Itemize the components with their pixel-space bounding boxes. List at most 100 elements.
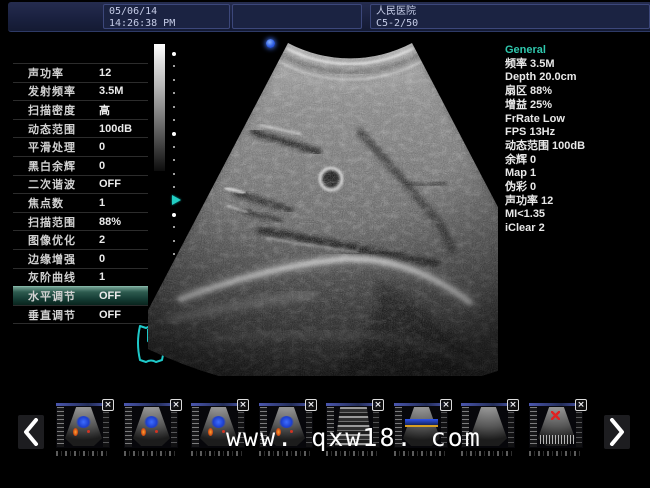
param-label: 动态范围 [28, 121, 76, 137]
param-label: 平滑处理 [28, 139, 76, 155]
hospital-box: 人民医院 C5-2/50 [370, 4, 650, 29]
param-value: 2 [99, 234, 105, 246]
date-text: 05/06/14 [109, 6, 224, 17]
info-line-pseudocolor: 伪彩 0 [505, 181, 645, 195]
filmstrip-prev-button[interactable] [18, 415, 44, 449]
info-line-sector: 扇区 88% [505, 85, 645, 99]
thumbnail-left-scale [530, 407, 537, 447]
datetime-box: 05/06/14 14:26:38 PM [103, 4, 230, 29]
thumbnail-left-scale [125, 407, 132, 447]
chevron-left-icon [23, 418, 39, 446]
info-line-dynamic-range: 动态范围 100dB [505, 140, 645, 154]
thumbnail-caption [529, 451, 583, 456]
thumbnail-right-scale [103, 407, 109, 447]
thumbnail-8[interactable]: × [529, 403, 583, 448]
param-row-gray-curve[interactable]: 灰阶曲线 1 [13, 268, 148, 287]
param-row-tx-frequency[interactable]: 发射频率 3.5M [13, 82, 148, 101]
param-label: 垂直调节 [28, 307, 76, 323]
param-label: 灰阶曲线 [28, 269, 76, 285]
param-row-vertical-adjust[interactable]: 垂直调节 OFF [13, 305, 148, 325]
info-line-persistence: 余辉 0 [505, 154, 645, 168]
thumbnail-close-icon[interactable]: × [305, 399, 317, 411]
thumbnail-right-scale [576, 407, 582, 447]
thumbnail-2[interactable]: × [124, 403, 178, 448]
info-line-acoustic-power: 声功率 12 [505, 195, 645, 209]
param-row-edge-enhance[interactable]: 边缘增强 0 [13, 249, 148, 268]
thumbnail-scan [65, 407, 102, 446]
thumbnail-close-icon[interactable]: × [575, 399, 587, 411]
patient-info-box [232, 4, 362, 29]
watermark-text: www. qxw18. com [226, 423, 482, 452]
param-row-harmonic[interactable]: 二次谐波 OFF [13, 175, 148, 194]
info-line-frequency: 频率 3.5M [505, 58, 645, 72]
param-label: 二次谐波 [28, 176, 76, 192]
param-row-smoothing[interactable]: 平滑处理 0 [13, 137, 148, 156]
thumbnail-left-scale [57, 407, 64, 447]
time-text: 14:26:38 PM [109, 18, 224, 29]
param-row-acoustic-power[interactable]: 声功率 12 [13, 63, 148, 82]
param-row-dynamic-range[interactable]: 动态范围 100dB [13, 119, 148, 138]
param-label: 图像优化 [28, 232, 76, 248]
param-label: 水平调节 [28, 288, 76, 304]
thumbnail-1[interactable]: × [56, 403, 110, 448]
thumbnail-scan [133, 407, 170, 446]
param-label: 黑白余辉 [28, 158, 76, 174]
thumbnail-left-scale [192, 407, 199, 447]
param-label: 边缘增强 [28, 251, 76, 267]
info-line-gain: 增益 25% [505, 99, 645, 113]
param-row-focus-number[interactable]: 焦点数 1 [13, 193, 148, 212]
param-value: 100dB [99, 123, 132, 135]
thumbnail-right-scale [508, 407, 514, 447]
thumbnail-close-icon[interactable]: × [102, 399, 114, 411]
sector-scan-graphic [148, 40, 498, 376]
param-value: OFF [99, 290, 121, 302]
param-value: 1 [99, 271, 105, 283]
param-label: 焦点数 [28, 195, 64, 211]
param-value: 88% [99, 216, 121, 228]
param-row-scan-range[interactable]: 扫描范围 88% [13, 212, 148, 231]
param-value: 0 [99, 160, 105, 172]
thumbnail-close-icon[interactable]: × [170, 399, 182, 411]
info-line-depth: Depth 20.0cm [505, 71, 645, 85]
param-label: 发射频率 [28, 83, 76, 99]
info-line-fps: FPS 13Hz [505, 126, 645, 140]
param-value: 0 [99, 141, 105, 153]
thumbnail-right-scale [171, 407, 177, 447]
param-row-image-optimize[interactable]: 图像优化 2 [13, 230, 148, 249]
param-value: 1 [99, 197, 105, 209]
param-label: 声功率 [28, 65, 64, 81]
thumbnail-close-icon[interactable]: × [440, 399, 452, 411]
thumbnail-close-icon[interactable]: × [372, 399, 384, 411]
parameter-sidebar: 声功率12 发射频率3.5M 扫描密度高 动态范围100dB 平滑处理0 黑白余… [13, 63, 148, 324]
thumbnail-caption [56, 451, 110, 456]
param-value: 3.5M [99, 85, 123, 97]
top-bar: 05/06/14 14:26:38 PM 人民医院 C5-2/50 [8, 2, 650, 32]
probe-model: C5-2/50 [376, 18, 644, 29]
param-row-bw-persistence[interactable]: 黑白余辉 0 [13, 156, 148, 175]
param-value: 12 [99, 67, 111, 79]
hospital-name: 人民医院 [376, 6, 644, 17]
ultrasound-image [148, 40, 498, 376]
param-value: OFF [99, 178, 121, 190]
info-line-frrate: FrRate Low [505, 113, 645, 127]
thumbnail-caption [124, 451, 178, 456]
thumbnail-close-icon[interactable]: × [237, 399, 249, 411]
chevron-right-icon [609, 418, 625, 446]
info-line-iclear: iClear 2 [505, 222, 645, 236]
param-label: 扫描密度 [28, 102, 76, 118]
info-line-mi: MI<1.35 [505, 208, 645, 222]
param-value: OFF [99, 309, 121, 321]
param-label: 扫描范围 [28, 214, 76, 230]
info-panel-title: General [505, 44, 645, 58]
param-row-scan-density[interactable]: 扫描密度 高 [13, 100, 148, 119]
ultrasound-screen: 05/06/14 14:26:38 PM 人民医院 C5-2/50 声功率12 … [0, 0, 650, 488]
param-value: 0 [99, 253, 105, 265]
thumbnail-scan [538, 407, 575, 446]
probe-orientation-marker-icon [266, 39, 275, 48]
param-row-horizontal-adjust-selected[interactable]: 水平调节 OFF [13, 286, 148, 305]
image-info-panel: General 频率 3.5M Depth 20.0cm 扇区 88% 增益 2… [505, 44, 645, 236]
param-value: 高 [99, 102, 110, 118]
thumbnail-close-icon[interactable]: × [507, 399, 519, 411]
filmstrip-next-button[interactable] [604, 415, 630, 449]
info-line-map: Map 1 [505, 167, 645, 181]
